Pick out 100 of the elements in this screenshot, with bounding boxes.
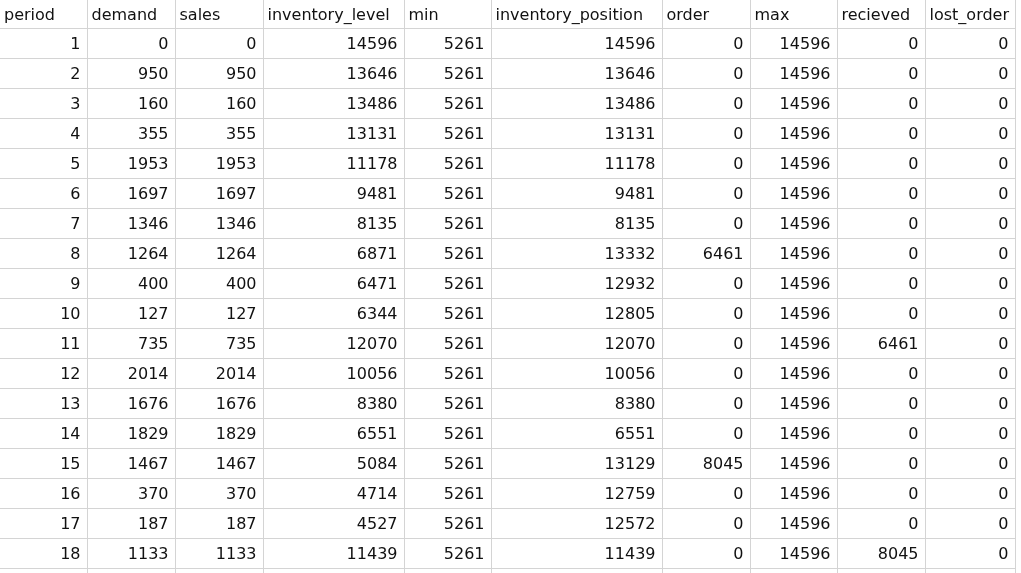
table-cell: 0 — [662, 178, 750, 209]
table-cell: 5261 — [404, 148, 491, 179]
table-cell: 0 — [175, 28, 263, 59]
table-cell: 8135 — [491, 208, 662, 239]
table-cell: 14596 — [750, 208, 837, 239]
table-cell: 6 — [0, 178, 87, 209]
table-cell: 11439 — [263, 538, 404, 569]
table-cell: 8045 — [662, 448, 750, 479]
table-cell: 1467 — [87, 448, 175, 479]
table-cell: 0 — [925, 88, 1015, 119]
table-cell: 13131 — [263, 118, 404, 149]
column-header: inventory_level — [263, 0, 404, 29]
table-cell: 14596 — [750, 298, 837, 329]
table-cell: 5261 — [404, 478, 491, 509]
column-header: period — [0, 0, 87, 29]
table-cell: 950 — [175, 58, 263, 89]
table-cell: 1346 — [175, 208, 263, 239]
table-cell: 400 — [87, 268, 175, 299]
table-cell: 14596 — [750, 148, 837, 179]
table-cell: 5261 — [404, 388, 491, 419]
table-cell: 0 — [925, 238, 1015, 269]
table-cell: 0 — [662, 118, 750, 149]
table-cell: 9481 — [491, 178, 662, 209]
table-cell: 0 — [837, 238, 925, 269]
table-cell: 14596 — [750, 328, 837, 359]
table-cell: 1346 — [87, 208, 175, 239]
column-header: min — [404, 0, 491, 29]
table-cell: 6344 — [263, 298, 404, 329]
table-cell: 14596 — [491, 28, 662, 59]
table-cell: 4527 — [263, 508, 404, 539]
table-cell: 5261 — [404, 268, 491, 299]
table-cell: 160 — [175, 88, 263, 119]
table-cell: 187 — [175, 508, 263, 539]
table-cell: 4 — [0, 118, 87, 149]
table-cell: 12932 — [491, 268, 662, 299]
table-cell: 5261 — [404, 118, 491, 149]
table-cell: 0 — [925, 208, 1015, 239]
table-cell: 10 — [0, 298, 87, 329]
table-cell: 12759 — [491, 478, 662, 509]
table-cell: 0 — [837, 118, 925, 149]
table-cell: 9 — [0, 268, 87, 299]
table-cell: 14596 — [750, 88, 837, 119]
table-cell: 12 — [0, 358, 87, 389]
table-cell: 0 — [837, 358, 925, 389]
table-cell: 14596 — [750, 178, 837, 209]
table-cell: 14596 — [263, 28, 404, 59]
table-cell: 0 — [925, 118, 1015, 149]
table-cell: 0 — [925, 58, 1015, 89]
table-cell: 1 — [0, 28, 87, 59]
table-cell: 370 — [87, 478, 175, 509]
table-cell: 1467 — [175, 448, 263, 479]
table-cell: 5261 — [404, 28, 491, 59]
table-cell: 1953 — [87, 148, 175, 179]
table-cell: 0 — [662, 538, 750, 569]
table-cell: 950 — [87, 58, 175, 89]
table-cell: 5261 — [404, 178, 491, 209]
table-cell: 1697 — [175, 178, 263, 209]
table-cell: 0 — [925, 358, 1015, 389]
table-cell: 0 — [837, 148, 925, 179]
table-cell: 5084 — [263, 448, 404, 479]
table-cell: 0 — [925, 28, 1015, 59]
table-cell: 1264 — [87, 238, 175, 269]
table-cell: 14596 — [750, 508, 837, 539]
table-cell: 5261 — [404, 328, 491, 359]
table-cell: 16 — [0, 478, 87, 509]
table-cell: 14 — [0, 418, 87, 449]
table-cell: 6871 — [263, 238, 404, 269]
table-cell: 370 — [175, 478, 263, 509]
table-cell: 0 — [837, 298, 925, 329]
table-cell: 8045 — [837, 538, 925, 569]
table-cell: 13646 — [263, 58, 404, 89]
table-cell: 0 — [662, 28, 750, 59]
table-cell: 5261 — [404, 88, 491, 119]
table-cell: 0 — [925, 298, 1015, 329]
table-cell: 14596 — [750, 388, 837, 419]
table-cell: 0 — [925, 418, 1015, 449]
table-cell: 13646 — [491, 58, 662, 89]
table-cell: 14596 — [750, 28, 837, 59]
table-cell: 127 — [87, 298, 175, 329]
table-cell: 12070 — [491, 328, 662, 359]
table-cell: 0 — [837, 208, 925, 239]
table-cell: 5261 — [404, 508, 491, 539]
table-cell: 160 — [87, 88, 175, 119]
table-cell: 6461 — [837, 328, 925, 359]
table-cell: 0 — [925, 268, 1015, 299]
table-cell: 5 — [0, 148, 87, 179]
table-cell: 6551 — [263, 418, 404, 449]
table-cell: 14596 — [750, 538, 837, 569]
table-cell: 14596 — [750, 448, 837, 479]
table-cell: 0 — [837, 178, 925, 209]
table-cell: 2014 — [175, 358, 263, 389]
table-cell: 14596 — [750, 478, 837, 509]
table-cell: 400 — [175, 268, 263, 299]
table-cell: 355 — [87, 118, 175, 149]
table-cell: 0 — [925, 478, 1015, 509]
table-cell: 0 — [837, 28, 925, 59]
table-cell: 0 — [662, 358, 750, 389]
table-cell: 735 — [87, 328, 175, 359]
table-cell: 10056 — [263, 358, 404, 389]
table-cell: 5261 — [404, 298, 491, 329]
